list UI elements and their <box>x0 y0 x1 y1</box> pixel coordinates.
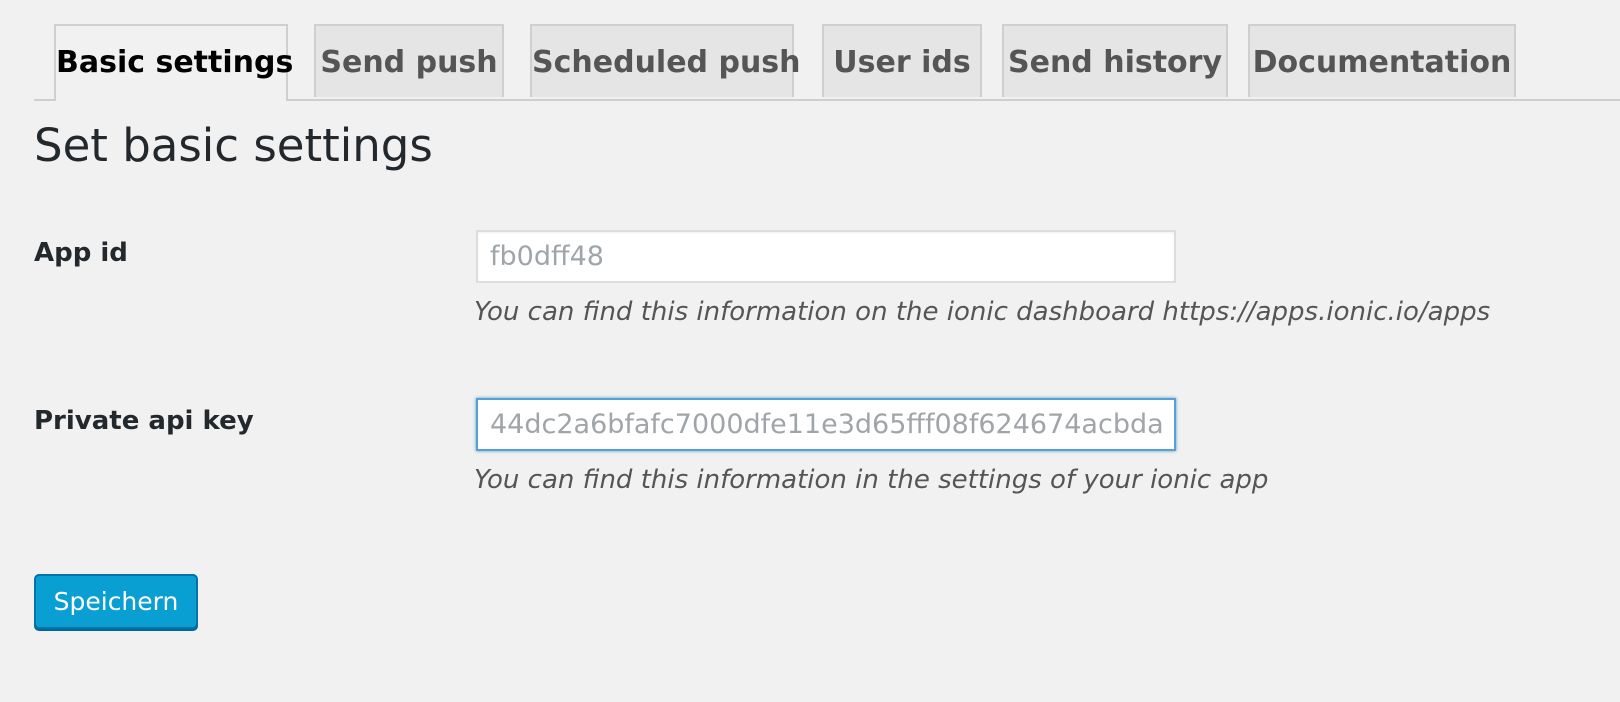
app-id-label: App id <box>34 238 128 268</box>
save-button[interactable]: Speichern <box>34 574 198 629</box>
tab-user-ids[interactable]: User ids <box>822 24 982 97</box>
tab-bar: Basic settings Send push Scheduled push … <box>34 24 1620 101</box>
private-api-key-description: You can find this information in the set… <box>474 465 1269 495</box>
tab-send-history[interactable]: Send history <box>1002 24 1228 97</box>
app-id-input[interactable] <box>476 230 1176 283</box>
tab-send-push[interactable]: Send push <box>314 24 504 97</box>
page-title: Set basic settings <box>34 119 433 172</box>
private-api-key-label: Private api key <box>34 406 254 436</box>
app-id-description: You can find this information on the ion… <box>474 297 1491 327</box>
tab-scheduled-push[interactable]: Scheduled push <box>530 24 801 97</box>
tab-basic-settings[interactable]: Basic settings <box>54 24 293 101</box>
tab-documentation[interactable]: Documentation <box>1248 24 1516 97</box>
private-api-key-input[interactable] <box>476 398 1176 451</box>
